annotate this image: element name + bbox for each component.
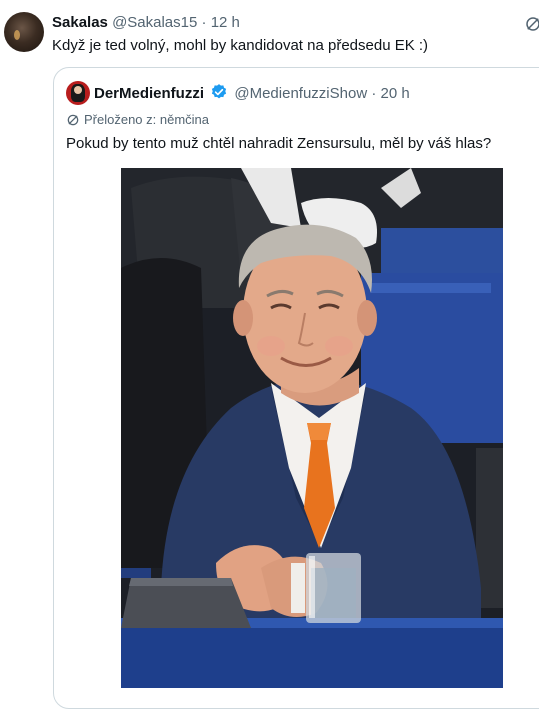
quoted-tweet-header: DerMedienfuzzi @MedienfuzziShow · 20 h: [94, 83, 410, 104]
tweet[interactable]: Sakalas @Sakalas15 · 12 h Když je ted vo…: [0, 0, 539, 709]
quoted-tweet-text: Pokud by tento muž chtěl nahradit Zensur…: [66, 135, 492, 152]
display-name[interactable]: Sakalas: [52, 14, 108, 31]
separator-dot: ·: [371, 85, 377, 102]
separator-dot: ·: [201, 14, 207, 31]
translation-label: Přeloženo z: němčina: [84, 112, 210, 127]
tweet-text: Když je ted volný, mohl by kandidovat na…: [52, 37, 429, 54]
user-handle[interactable]: @Sakalas15: [112, 14, 197, 31]
quoted-tweet[interactable]: DerMedienfuzzi @MedienfuzziShow · 20 h P…: [53, 67, 539, 709]
quoted-timestamp[interactable]: 20 h: [381, 85, 410, 102]
quoted-user-handle[interactable]: @MedienfuzziShow: [234, 85, 367, 102]
quoted-tweet-photo[interactable]: [121, 168, 503, 688]
translate-icon[interactable]: [524, 15, 539, 33]
verified-badge-icon: [212, 84, 227, 99]
translation-note[interactable]: Přeloženo z: němčina: [66, 112, 209, 128]
avatar-face: [74, 86, 82, 94]
timestamp[interactable]: 12 h: [211, 14, 240, 31]
translate-icon: [67, 114, 79, 126]
avatar-detail: [14, 30, 20, 40]
tweet-header: Sakalas @Sakalas15 · 12 h: [52, 13, 240, 33]
user-avatar[interactable]: [4, 12, 44, 52]
quoted-display-name[interactable]: DerMedienfuzzi: [94, 85, 204, 102]
quoted-user-avatar[interactable]: [66, 81, 90, 105]
